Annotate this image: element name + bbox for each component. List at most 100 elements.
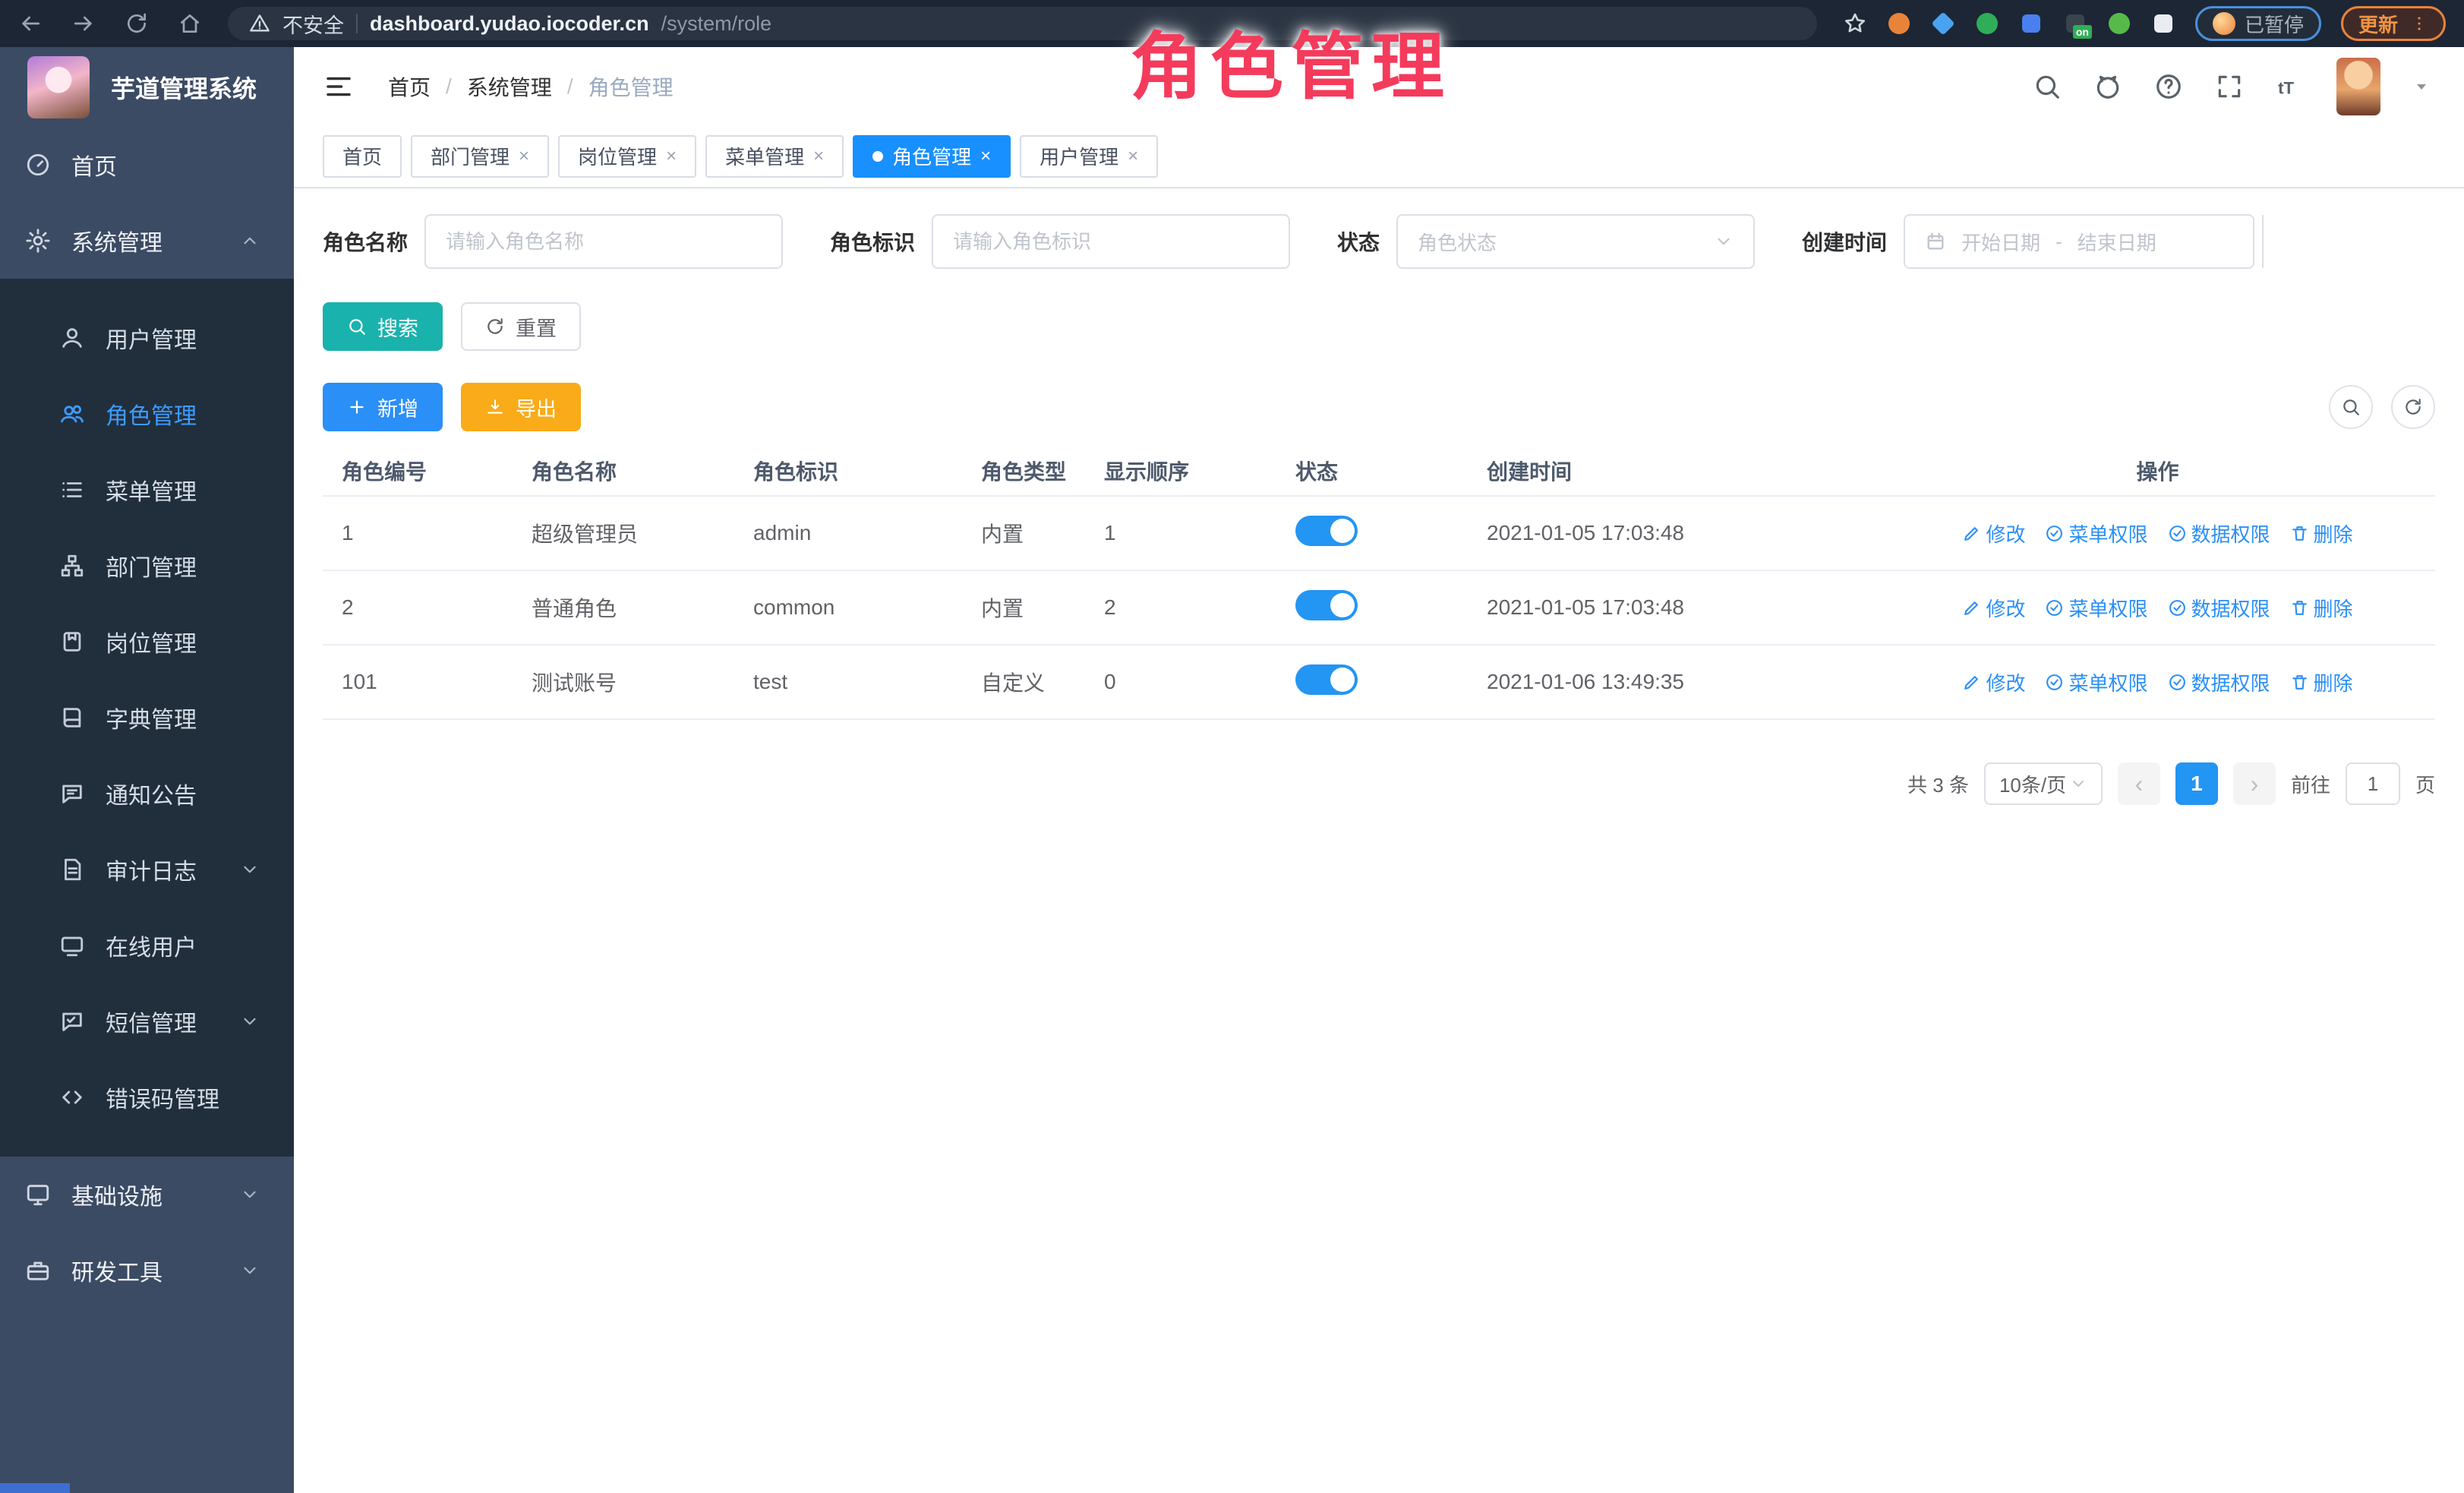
address-bar[interactable]: 不安全 dashboard.yudao.iocoder.cn /system/r… bbox=[228, 7, 1817, 40]
help-icon[interactable] bbox=[2154, 72, 2183, 101]
tab-首页[interactable]: 首页 bbox=[323, 135, 402, 178]
row-action-菜单权限[interactable]: 菜单权限 bbox=[2045, 668, 2147, 696]
row-action-数据权限[interactable]: 数据权限 bbox=[2168, 594, 2270, 622]
role-key-input[interactable] bbox=[932, 214, 1290, 269]
browser-update-button[interactable]: 更新 bbox=[2341, 6, 2446, 41]
row-action-菜单权限[interactable]: 菜单权限 bbox=[2045, 519, 2147, 548]
github-icon[interactable] bbox=[2093, 72, 2122, 101]
export-button[interactable]: 导出 bbox=[461, 383, 581, 431]
sidebar-item-用户管理[interactable]: 用户管理 bbox=[0, 300, 294, 376]
tab-角色管理[interactable]: 角色管理× bbox=[853, 135, 1011, 178]
hamburger-icon[interactable] bbox=[323, 71, 355, 103]
row-action-菜单权限[interactable]: 菜单权限 bbox=[2045, 594, 2147, 622]
sidebar-item-岗位管理[interactable]: 岗位管理 bbox=[0, 604, 294, 680]
sidebar-item-label: 首页 bbox=[71, 148, 263, 181]
status-select[interactable]: 角色状态 bbox=[1396, 214, 1755, 269]
breadcrumb-home[interactable]: 首页 bbox=[388, 71, 431, 102]
sidebar-item-审计日志[interactable]: 审计日志 bbox=[0, 832, 294, 907]
extension-orange-circle[interactable] bbox=[1887, 11, 1911, 36]
add-button[interactable]: 新增 bbox=[323, 383, 443, 431]
row-action-修改[interactable]: 修改 bbox=[1962, 668, 2025, 696]
browser-menu-icon[interactable] bbox=[2410, 14, 2428, 33]
gear-icon bbox=[24, 228, 52, 254]
close-icon[interactable]: × bbox=[666, 146, 677, 167]
next-page-button[interactable]: › bbox=[2233, 762, 2276, 805]
extension-green-check[interactable] bbox=[1975, 11, 1999, 36]
create-time-range-picker[interactable]: 开始日期 - 结束日期 bbox=[1904, 214, 2254, 269]
breadcrumb-system[interactable]: 系统管理 bbox=[467, 71, 552, 102]
goto-page-input[interactable] bbox=[2346, 762, 2400, 805]
status-toggle[interactable] bbox=[1295, 664, 1358, 695]
caret-down-icon[interactable] bbox=[2412, 77, 2431, 96]
status-toggle[interactable] bbox=[1295, 516, 1358, 546]
close-icon[interactable]: × bbox=[813, 146, 824, 167]
sidebar-item-短信管理[interactable]: 短信管理 bbox=[0, 983, 294, 1059]
reset-button[interactable]: 重置 bbox=[461, 302, 581, 351]
sidebar-item-在线用户[interactable]: 在线用户 bbox=[0, 907, 294, 983]
sidebar-item-label: 部门管理 bbox=[106, 549, 263, 582]
sidebar-item-label: 系统管理 bbox=[71, 224, 236, 257]
close-icon[interactable]: × bbox=[980, 146, 991, 167]
sidebar-item-研发工具[interactable]: 研发工具 bbox=[0, 1233, 294, 1308]
tab-部门管理[interactable]: 部门管理× bbox=[411, 135, 549, 178]
forward-icon[interactable] bbox=[71, 11, 96, 36]
row-action-删除[interactable]: 删除 bbox=[2290, 594, 2353, 622]
sidebar-item-通知公告[interactable]: 通知公告 bbox=[0, 756, 294, 832]
sidebar-item-label: 岗位管理 bbox=[106, 625, 263, 658]
sidebar-item-home[interactable]: 首页 bbox=[0, 127, 294, 203]
role-name-input[interactable] bbox=[424, 214, 783, 269]
search-icon[interactable] bbox=[2033, 72, 2062, 101]
tab-用户管理[interactable]: 用户管理 × bbox=[1020, 135, 1158, 178]
extension-blue-gem[interactable] bbox=[1931, 11, 1955, 36]
row-action-修改[interactable]: 修改 bbox=[1962, 594, 2025, 622]
column-header-角色名称: 角色名称 bbox=[513, 456, 734, 486]
refresh-table-button[interactable] bbox=[2391, 385, 2435, 429]
pagination: 共 3 条 10条/页 ‹ 1 › 前往 页 bbox=[323, 762, 2435, 805]
app-logo-row[interactable]: 芋道管理系统 bbox=[0, 47, 294, 127]
page-number-1[interactable]: 1 bbox=[2175, 762, 2218, 805]
row-action-删除[interactable]: 删除 bbox=[2290, 668, 2353, 696]
sidebar-item-system[interactable]: 系统管理 bbox=[0, 203, 294, 279]
start-date-placeholder: 开始日期 bbox=[1961, 228, 2040, 256]
sidebar-item-错误码管理[interactable]: 错误码管理 bbox=[0, 1059, 294, 1135]
cell-role-id: 101 bbox=[323, 670, 513, 694]
sidebar-item-角色管理[interactable]: 角色管理 bbox=[0, 376, 294, 452]
error-code-icon bbox=[58, 1084, 86, 1110]
user-avatar[interactable] bbox=[2336, 58, 2380, 115]
sidebar-item-部门管理[interactable]: 部门管理 bbox=[0, 528, 294, 604]
page-size-select[interactable]: 10条/页 bbox=[1984, 762, 2103, 805]
extension-blue-red-grid[interactable] bbox=[2019, 11, 2043, 36]
search-button[interactable]: 搜索 bbox=[323, 302, 443, 351]
row-action-删除[interactable]: 删除 bbox=[2290, 519, 2353, 548]
role-key-input-field[interactable] bbox=[953, 230, 1269, 254]
home-icon[interactable] bbox=[178, 11, 202, 36]
row-action-数据权限[interactable]: 数据权限 bbox=[2168, 519, 2270, 548]
close-icon[interactable]: × bbox=[1128, 146, 1138, 167]
extension-puzzle[interactable] bbox=[2151, 11, 2175, 36]
role-name-input-field[interactable] bbox=[446, 230, 762, 254]
toggle-search-button[interactable] bbox=[2329, 385, 2373, 429]
close-icon[interactable]: × bbox=[519, 146, 529, 167]
font-size-icon[interactable]: tT bbox=[2276, 72, 2305, 101]
extension-on-badge: on bbox=[2073, 25, 2092, 39]
back-icon[interactable] bbox=[18, 11, 43, 36]
form-divider bbox=[2262, 215, 2264, 268]
tab-岗位管理[interactable]: 岗位管理× bbox=[558, 135, 696, 178]
profile-paused-pill[interactable]: 已暂停 bbox=[2195, 6, 2321, 41]
row-action-修改[interactable]: 修改 bbox=[1962, 519, 2025, 548]
sidebar-item-菜单管理[interactable]: 菜单管理 bbox=[0, 452, 294, 528]
sidebar-item-字典管理[interactable]: 字典管理 bbox=[0, 680, 294, 756]
reload-icon[interactable] bbox=[125, 11, 149, 36]
bookmark-star-icon[interactable] bbox=[1843, 11, 1867, 36]
circle-check-icon bbox=[2045, 673, 2064, 692]
status-toggle[interactable] bbox=[1295, 590, 1358, 620]
fullscreen-icon[interactable] bbox=[2215, 72, 2244, 101]
extension-dark-on[interactable]: on bbox=[2063, 11, 2087, 36]
extension-green-bot[interactable] bbox=[2107, 11, 2131, 36]
prev-page-button[interactable]: ‹ bbox=[2118, 762, 2160, 805]
circle-check-icon bbox=[2045, 524, 2064, 543]
tab-菜单管理[interactable]: 菜单管理× bbox=[705, 135, 844, 178]
row-action-数据权限[interactable]: 数据权限 bbox=[2168, 668, 2270, 696]
sidebar-item-基础设施[interactable]: 基础设施 bbox=[0, 1157, 294, 1233]
tab-label: 用户管理 bbox=[1040, 142, 1118, 170]
